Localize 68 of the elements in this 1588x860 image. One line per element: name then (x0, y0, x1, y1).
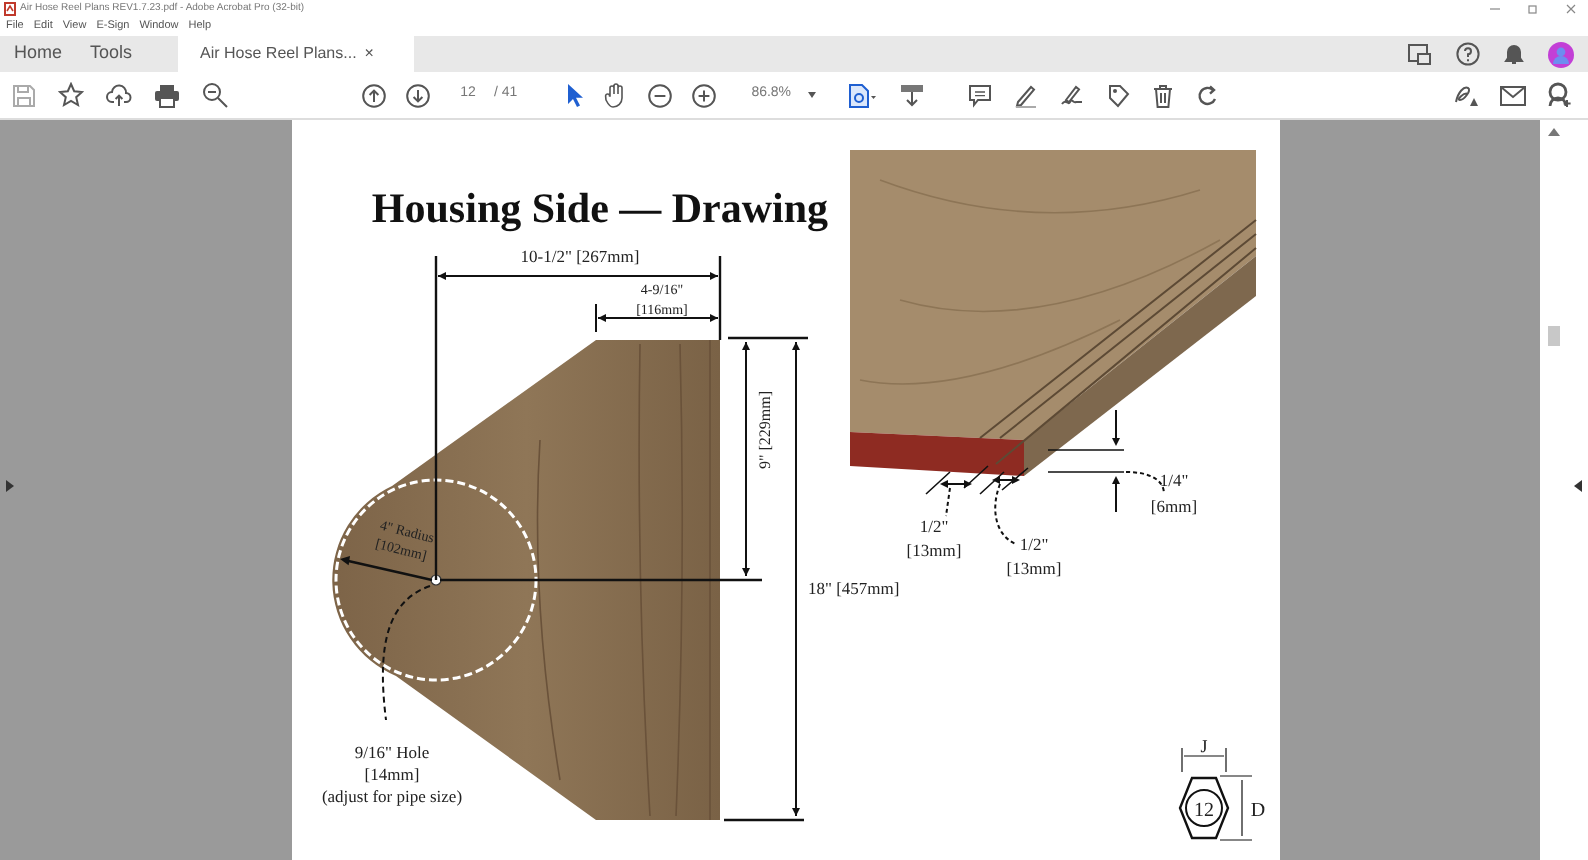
dimension-label: (adjust for pipe size) (321, 786, 463, 806)
dimension-label: 9" [229mm] (756, 390, 774, 470)
dimension-label: 1/2" (1019, 534, 1049, 554)
expand-right-icon[interactable] (1574, 480, 1582, 492)
caret-icon[interactable] (807, 92, 816, 98)
dimension-label: [13mm] (1006, 558, 1062, 578)
bell-icon[interactable] (1504, 42, 1524, 66)
dimension-arrow (940, 480, 972, 488)
dimension-label: 10-1/2" [267mm] (520, 246, 640, 266)
trash-icon[interactable] (1151, 83, 1174, 107)
dimension-label: [14mm] (364, 764, 420, 784)
rotate-icon[interactable] (1195, 83, 1220, 107)
close-icon[interactable] (1566, 4, 1576, 14)
arrow-down-circle-icon[interactable] (406, 83, 430, 107)
tag-icon[interactable] (1105, 83, 1130, 107)
dimension-label: 1/4" (1159, 470, 1189, 490)
extension-line (595, 303, 597, 333)
print-icon[interactable] (154, 83, 180, 107)
hand-icon[interactable] (603, 82, 628, 108)
comment-icon[interactable] (967, 83, 992, 107)
plus-circle-icon[interactable] (691, 83, 716, 107)
star-icon[interactable] (58, 82, 84, 108)
add-person-icon[interactable] (1546, 82, 1572, 108)
close-tab-button[interactable]: × (364, 42, 374, 66)
tab[interactable]: Home (0, 36, 77, 72)
scroll-up-icon[interactable] (1548, 128, 1560, 136)
stamp-icon[interactable] (899, 83, 924, 107)
signature-icon[interactable] (1059, 83, 1084, 107)
extension-line (728, 336, 808, 340)
mail-icon[interactable] (1500, 85, 1526, 105)
dimension-label: 12 (1194, 800, 1214, 822)
drawing-title: Housing Side — Drawing (371, 184, 829, 232)
dimension-arrow (1112, 409, 1120, 446)
tab[interactable]: Tools (76, 36, 147, 72)
extension-line (1047, 449, 1125, 473)
leader-line (945, 487, 951, 517)
leader-line (1125, 471, 1165, 495)
avatar-icon[interactable] (1548, 41, 1574, 67)
leader-line (994, 483, 1017, 545)
pen-icon[interactable] (1013, 83, 1038, 107)
screen-share-icon[interactable] (1408, 43, 1432, 65)
zoom-out-icon[interactable] (202, 82, 228, 108)
extension-line (718, 256, 722, 340)
extension-line (724, 818, 804, 822)
leader-line (382, 585, 431, 721)
dimension-arrow (1112, 476, 1120, 513)
cloud-upload-icon[interactable] (106, 83, 132, 107)
dimension-label: J (1200, 736, 1208, 756)
dimension-arrow (597, 314, 719, 322)
hole-marker (430, 574, 442, 586)
arrow-up-circle-icon[interactable] (362, 83, 386, 107)
extension-line (925, 465, 1029, 495)
dimension-label: 18" [457mm] (808, 578, 900, 598)
fill-sign-icon[interactable] (1454, 83, 1480, 107)
dimension-label: 9/16" Hole (354, 742, 430, 762)
help-icon[interactable] (1456, 42, 1480, 66)
dimension-arrow (992, 476, 1020, 484)
restore-icon[interactable] (1528, 4, 1538, 14)
scrollbar-thumb[interactable] (1548, 326, 1560, 346)
expand-left-icon[interactable] (6, 480, 14, 492)
tab[interactable]: Air Hose Reel Plans... × (178, 36, 415, 72)
dimension-label: D (1250, 800, 1266, 822)
dimension-label: [13mm] (906, 540, 962, 560)
document-icon[interactable] (847, 83, 876, 107)
minus-circle-icon[interactable] (647, 83, 672, 107)
dimension-label: 1/2" (919, 516, 949, 536)
dimension-label: [6mm] (1150, 496, 1198, 516)
pointer-icon[interactable] (565, 82, 584, 108)
